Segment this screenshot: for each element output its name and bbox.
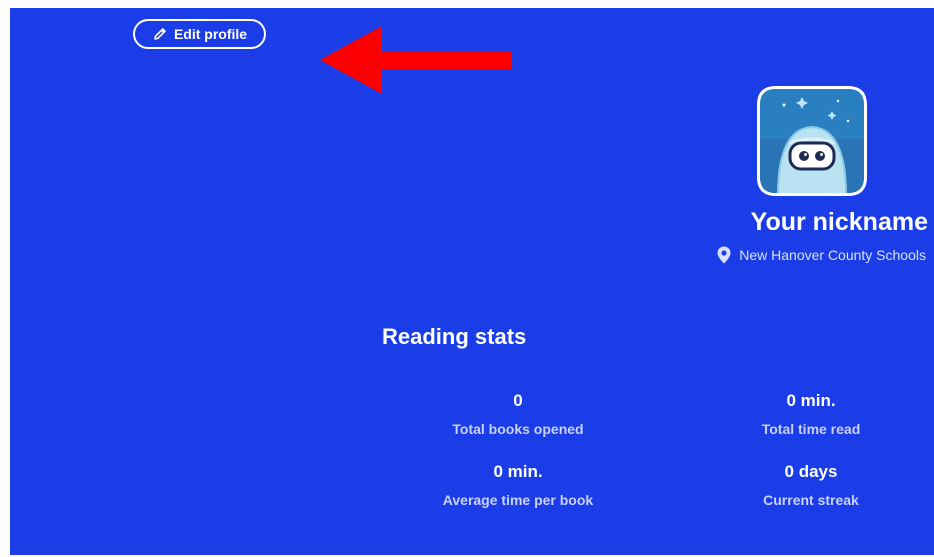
stat-label: Total time read <box>761 421 861 437</box>
red-arrow-icon <box>320 26 512 94</box>
reading-stats-title: Reading stats <box>382 324 527 349</box>
stat-average-time-per-book: 0 min. Average time per book <box>408 462 628 509</box>
stat-label: Current streak <box>763 492 859 508</box>
location-text: New Hanover County Schools <box>739 247 926 263</box>
robot-astronaut-avatar-icon <box>757 86 867 196</box>
map-pin-icon <box>717 246 731 264</box>
stat-label: Average time per book <box>442 492 594 508</box>
stat-value: 0 days <box>784 462 838 481</box>
stat-total-books-opened: 0 Total books opened <box>408 391 628 438</box>
profile-nickname: Your nickname <box>750 208 928 236</box>
stat-value: 0 <box>513 391 523 410</box>
stat-value: 0 min. <box>786 391 836 410</box>
stat-label: Total books opened <box>452 421 584 437</box>
profile-location: New Hanover County Schools <box>570 246 926 264</box>
stat-total-time-read: 0 min. Total time read <box>701 391 921 438</box>
stat-value: 0 min. <box>493 462 543 481</box>
edit-profile-button[interactable]: Edit profile <box>133 19 266 49</box>
pencil-icon <box>152 26 168 42</box>
stat-current-streak: 0 days Current streak <box>701 462 921 509</box>
edit-profile-label: Edit profile <box>173 26 248 42</box>
profile-page: Edit profile Your nickname New Hanover C… <box>10 8 934 555</box>
avatar[interactable] <box>754 83 870 199</box>
